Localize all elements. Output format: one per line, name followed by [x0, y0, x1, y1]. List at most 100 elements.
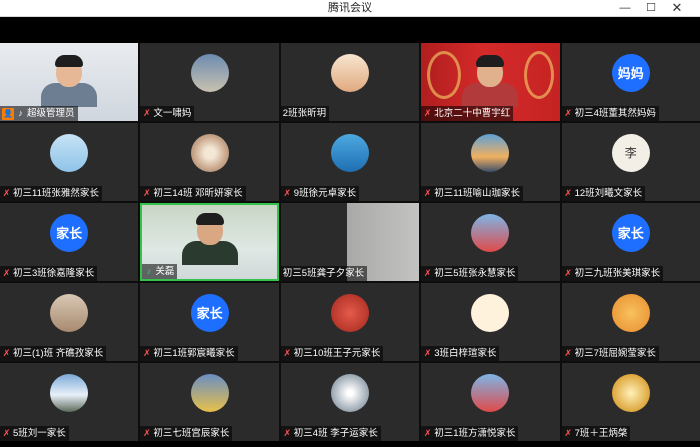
- participant-avatar: [471, 133, 510, 172]
- participant-name-label: ✗ 初三1班方潇悦家长: [421, 426, 519, 441]
- participant-avatar: [190, 373, 229, 412]
- participant-name-label: 初三5班龚子夕家长: [280, 266, 368, 281]
- participant-name: 初三七班宫辰家长: [153, 428, 230, 439]
- minimize-icon[interactable]: —: [612, 0, 638, 17]
- close-icon[interactable]: ✕: [664, 0, 690, 17]
- mic-muted-icon: ✗: [283, 348, 292, 358]
- maximize-icon[interactable]: ☐: [638, 0, 664, 17]
- participant-video-feed: [181, 213, 238, 265]
- participant-name-label: ✗ 初三11班喻山珈家长: [421, 186, 524, 201]
- participant-name-label: ✗ 初三4班董其然妈妈: [561, 106, 659, 121]
- participant-name: 文一啸妈: [153, 108, 192, 119]
- participant-tile[interactable]: ✗ 初三1班方潇悦家长: [421, 363, 560, 441]
- host-badge-icon: 👤: [2, 107, 14, 120]
- participant-avatar: 家长: [611, 213, 650, 252]
- mic-muted-icon: ✗: [283, 428, 292, 438]
- participant-name: 初三14班 邓昕妍家长: [153, 188, 243, 199]
- participant-name: 3班白梓瑄家长: [434, 348, 497, 359]
- mic-muted-icon: ✗: [423, 268, 432, 278]
- participant-name: 初三7班屈婉莹家长: [574, 348, 656, 359]
- participant-name: 北京二十中曹宇红: [434, 108, 511, 119]
- participant-tile[interactable]: ✗ 初三(1)班 齐礁孜家长: [0, 283, 139, 361]
- participant-name-label: ✗ 初三七班宫辰家长: [140, 426, 233, 441]
- participant-name-label: ✗ 初三(1)班 齐礁孜家长: [0, 346, 107, 361]
- mic-muted-icon: ✗: [2, 268, 11, 278]
- participant-avatar: [471, 373, 510, 412]
- mic-muted-icon: ✗: [143, 428, 151, 438]
- participant-avatar: [471, 293, 510, 332]
- mic-muted-icon: ✗: [2, 188, 11, 198]
- mic-muted-icon: ✗: [143, 188, 151, 198]
- participant-tile[interactable]: 妈妈 ✗ 初三4班董其然妈妈: [561, 43, 700, 121]
- participant-tile[interactable]: 2班张昕玥: [280, 43, 420, 121]
- mic-muted-icon: ✗: [2, 428, 11, 438]
- participant-tile[interactable]: ✗ 北京二十中曹宇红: [421, 43, 560, 121]
- mic-muted-icon: ✗: [143, 348, 151, 358]
- participant-name-label: ♪ 关磊: [142, 264, 178, 279]
- participant-avatar: [50, 373, 89, 412]
- participant-name: 2班张昕玥: [282, 108, 327, 119]
- mic-muted-icon: ✗: [2, 348, 11, 358]
- participant-name: 9班徐元卓家长: [293, 188, 357, 199]
- participant-name-label: ✗ 初三14班 邓昕妍家长: [140, 186, 246, 201]
- participant-tile[interactable]: 李 ✗ 12班刘曦文家长: [561, 123, 700, 201]
- participant-tile[interactable]: ✗ 7班＋王炳棨: [561, 363, 700, 441]
- mic-muted-icon: ✗: [423, 108, 432, 118]
- participant-tile[interactable]: ✗ 初三14班 邓昕妍家长: [140, 123, 279, 201]
- mic-muted-icon: ✗: [423, 188, 432, 198]
- participant-avatar: [330, 53, 369, 92]
- participant-name-label: ✗ 9班徐元卓家长: [280, 186, 360, 201]
- participant-avatar: [471, 213, 510, 252]
- mic-muted-icon: ✗: [423, 348, 432, 358]
- participant-tile[interactable]: ✗ 5班刘一家长: [0, 363, 139, 441]
- participant-name: 7班＋王炳棨: [574, 428, 628, 439]
- participant-tile[interactable]: ✗ 初三11班喻山珈家长: [421, 123, 560, 201]
- mic-muted-icon: ✗: [143, 108, 151, 118]
- participant-name-label: ✗ 文一啸妈: [140, 106, 195, 121]
- participant-tile[interactable]: ✗ 初三七班宫辰家长: [140, 363, 279, 441]
- participant-avatar: [330, 293, 369, 332]
- mic-muted-icon: ✗: [564, 188, 572, 198]
- participant-avatar: [50, 133, 89, 172]
- participant-name-label: ✗ 5班刘一家长: [0, 426, 69, 441]
- background-decoration: [523, 51, 554, 99]
- participant-avatar: 家长: [50, 213, 89, 252]
- mic-muted-icon: ✗: [564, 348, 572, 358]
- participant-tile[interactable]: ✗ 初三5班张永慧家长: [421, 203, 560, 281]
- participant-tile[interactable]: ✗ 初三11班张雅然家长: [0, 123, 139, 201]
- participant-tile[interactable]: 家长 ✗ 初三1班郭宸曦家长: [140, 283, 279, 361]
- mic-muted-icon: ✗: [564, 428, 572, 438]
- participant-name: 初三11班喻山珈家长: [434, 188, 521, 199]
- participant-tile[interactable]: ✗ 初三10班王子元家长: [280, 283, 420, 361]
- participant-avatar: [190, 133, 229, 172]
- participant-name: 初三11班张雅然家长: [13, 188, 99, 199]
- participant-name: 超级管理员: [27, 108, 75, 119]
- participant-tile[interactable]: ✗ 初三7班屈婉莹家长: [561, 283, 700, 361]
- participant-name-label: ✗ 初三九班张美琪家长: [561, 266, 664, 281]
- participant-tile[interactable]: ✗ 文一啸妈: [140, 43, 279, 121]
- participant-tile[interactable]: ♪ 关磊: [140, 203, 279, 281]
- participant-tile[interactable]: 初三5班龚子夕家长: [280, 203, 420, 281]
- participant-tile[interactable]: 👤 ♪ 超级管理员: [0, 43, 139, 121]
- participant-tile[interactable]: 家长 ✗ 初三九班张美琪家长: [561, 203, 700, 281]
- participant-name: 初三10班王子元家长: [293, 348, 381, 359]
- participant-tile[interactable]: ✗ 9班徐元卓家长: [280, 123, 420, 201]
- participant-name-label: ✗ 初三10班王子元家长: [280, 346, 384, 361]
- participant-tile[interactable]: ✗ 3班白梓瑄家长: [421, 283, 560, 361]
- bottom-bar: [0, 441, 700, 447]
- participant-name-label: ✗ 12班刘曦文家长: [561, 186, 646, 201]
- participant-tile[interactable]: 家长 ✗ 初三3班徐嘉隆家长: [0, 203, 139, 281]
- participant-name-label: 2班张昕玥: [280, 106, 330, 121]
- participant-name-label: ✗ 初三4班 李子运家长: [280, 426, 381, 441]
- participant-video-feed: [462, 55, 519, 107]
- participant-tile[interactable]: ✗ 初三4班 李子运家长: [280, 363, 420, 441]
- participant-avatar: [330, 133, 369, 172]
- participant-avatar: [611, 373, 650, 412]
- microphone-icon: ♪: [146, 266, 152, 276]
- mic-muted-icon: ✗: [564, 268, 572, 278]
- mic-muted-icon: ✗: [423, 428, 432, 438]
- participant-name: 初三5班龚子夕家长: [282, 268, 365, 279]
- participant-name: 初三4班 李子运家长: [293, 428, 378, 439]
- participant-avatar: 家长: [190, 293, 229, 332]
- participant-name-label: ✗ 初三11班张雅然家长: [0, 186, 102, 201]
